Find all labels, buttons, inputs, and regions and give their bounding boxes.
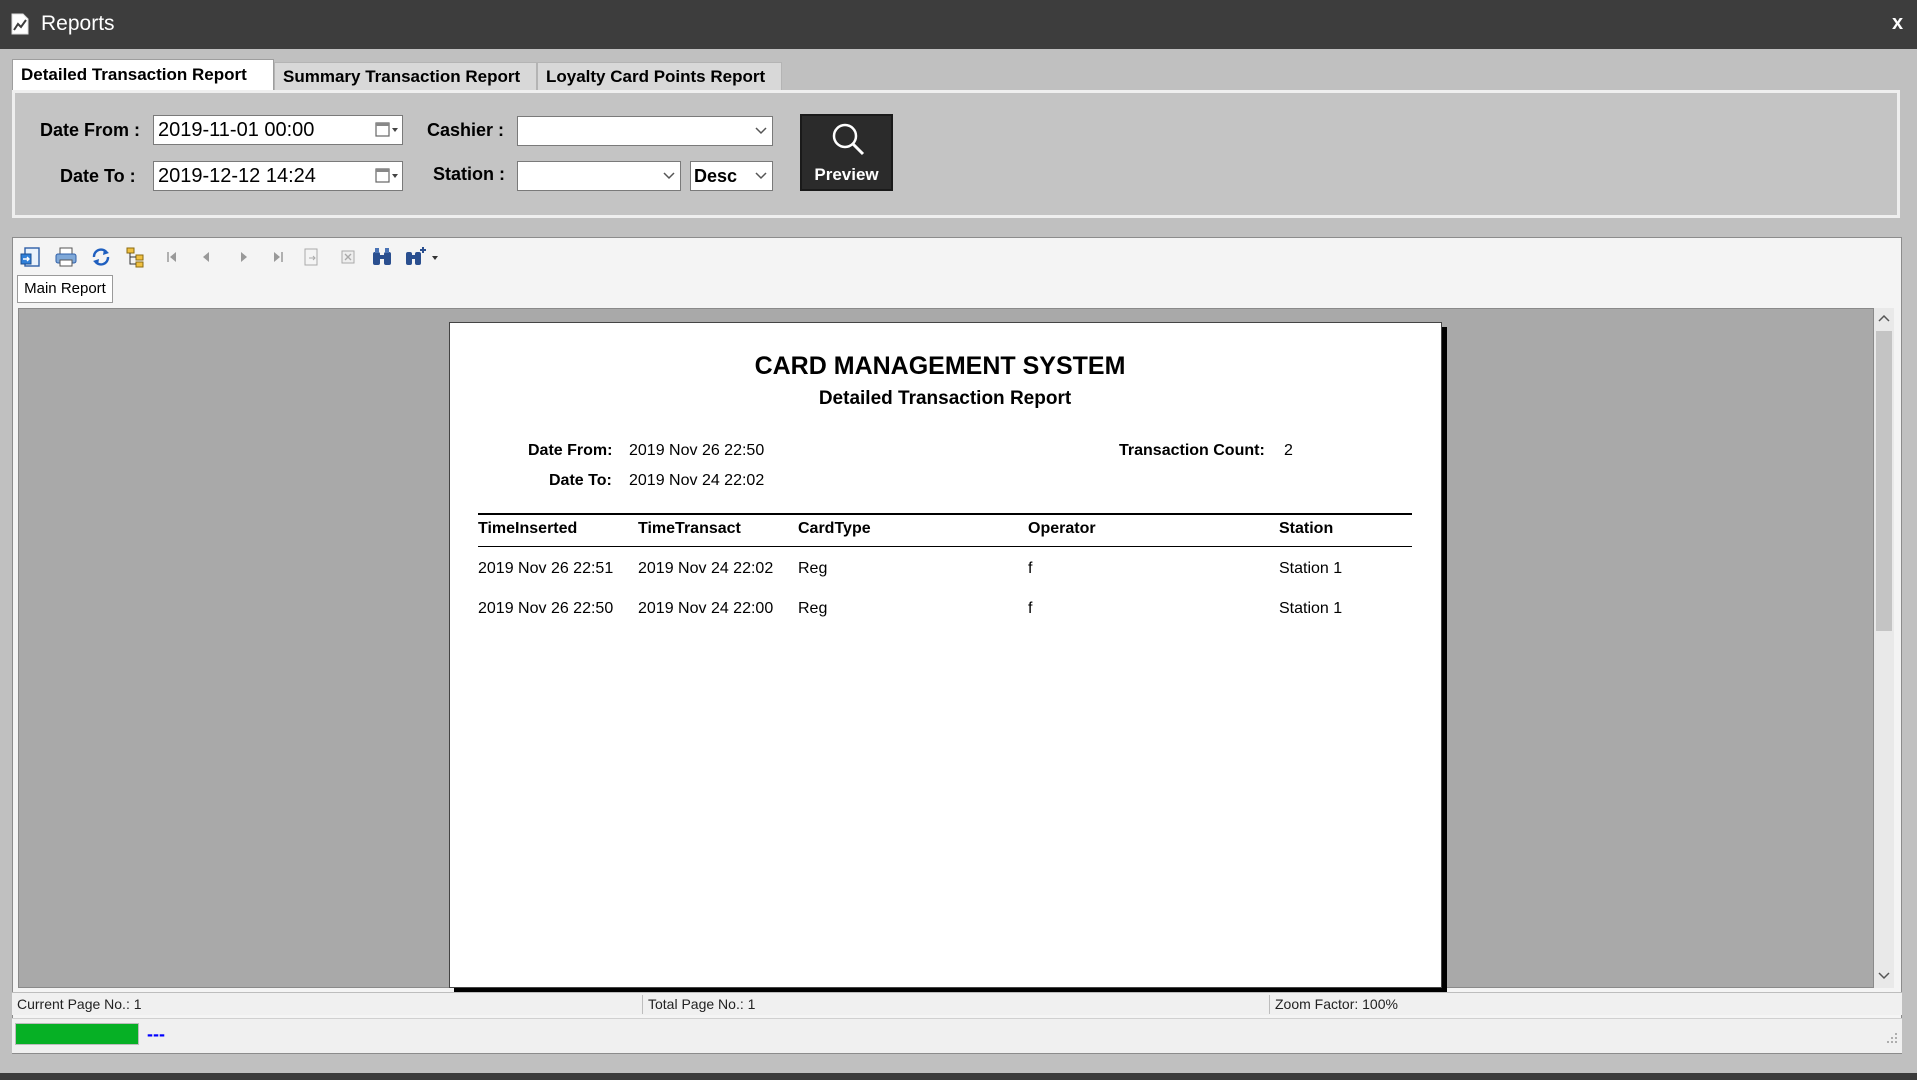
status-bar: Current Page No.: 1 Total Page No.: 1 Zo… bbox=[12, 992, 1902, 1015]
chevron-down-icon bbox=[663, 172, 675, 180]
progress-text: --- bbox=[147, 1024, 165, 1044]
sort-order-value: Desc bbox=[694, 166, 738, 186]
table-cell: f bbox=[1028, 560, 1033, 577]
chevron-down-icon bbox=[755, 172, 767, 180]
date-to-label: Date To : bbox=[60, 166, 136, 186]
station-label: Station : bbox=[433, 164, 505, 184]
previous-page-icon[interactable] bbox=[195, 246, 219, 268]
export-icon[interactable] bbox=[19, 246, 43, 268]
report-date-from-label: Date From: bbox=[528, 442, 613, 459]
close-view-icon[interactable] bbox=[336, 246, 360, 268]
report-date-from-value: 2019 Nov 26 22:50 bbox=[629, 442, 765, 459]
current-page-status: Current Page No.: 1 bbox=[17, 996, 142, 1012]
group-tree-icon[interactable] bbox=[124, 246, 148, 268]
table-cell: 2019 Nov 24 22:02 bbox=[638, 560, 774, 577]
table-cell: Reg bbox=[798, 560, 828, 577]
table-top-rule bbox=[478, 513, 1412, 515]
column-header: TimeTransact bbox=[638, 520, 741, 537]
total-page-status: Total Page No.: 1 bbox=[648, 996, 756, 1012]
title-bar: Reports x bbox=[0, 0, 1917, 49]
report-date-to-label: Date To: bbox=[549, 472, 612, 489]
refresh-icon[interactable] bbox=[89, 246, 113, 268]
table-header-rule bbox=[478, 546, 1412, 547]
column-header: TimeInserted bbox=[478, 520, 578, 537]
date-to-picker[interactable]: 2019-12-12 14:24 bbox=[153, 161, 403, 191]
calendar-dropdown-icon[interactable] bbox=[375, 122, 399, 138]
table-cell: 2019 Nov 26 22:51 bbox=[478, 560, 614, 577]
table-cell: Station 1 bbox=[1279, 600, 1343, 617]
report-chart-icon bbox=[11, 13, 29, 35]
last-page-icon[interactable] bbox=[266, 246, 290, 268]
table-cell: 2019 Nov 26 22:50 bbox=[478, 600, 614, 617]
status-divider bbox=[642, 995, 643, 1014]
sort-order-select[interactable]: Desc bbox=[690, 161, 773, 191]
progress-bar bbox=[15, 1023, 139, 1045]
scroll-down-icon[interactable] bbox=[1878, 971, 1890, 981]
progress-row bbox=[12, 1018, 1902, 1053]
goto-page-icon[interactable] bbox=[300, 246, 324, 268]
date-from-value: 2019-11-01 00:00 bbox=[158, 119, 315, 141]
zoom-icon[interactable] bbox=[404, 246, 440, 268]
scrollbar-thumb[interactable] bbox=[1876, 331, 1892, 631]
transaction-count-value: 2 bbox=[1284, 442, 1293, 459]
column-header: CardType bbox=[798, 520, 871, 537]
tab-detailed-transaction-report[interactable]: Detailed Transaction Report bbox=[12, 59, 274, 91]
tab-summary-transaction-report[interactable]: Summary Transaction Report bbox=[274, 62, 537, 90]
report-date-to-value: 2019 Nov 24 22:02 bbox=[629, 472, 765, 489]
report-page: CARD MANAGEMENT SYSTEM Detailed Transact… bbox=[449, 322, 1442, 988]
chevron-down-icon bbox=[755, 127, 767, 135]
search-text-icon[interactable] bbox=[370, 246, 394, 268]
next-page-icon[interactable] bbox=[231, 246, 255, 268]
column-header: Station bbox=[1279, 520, 1334, 537]
preview-button[interactable]: Preview bbox=[800, 114, 893, 191]
status-divider bbox=[1269, 995, 1270, 1014]
zoom-factor-status: Zoom Factor: 100% bbox=[1275, 996, 1398, 1012]
report-subtitle: Detailed Transaction Report bbox=[818, 388, 1072, 409]
close-button[interactable]: x bbox=[1892, 12, 1903, 35]
report-title: CARD MANAGEMENT SYSTEM bbox=[754, 352, 1126, 380]
table-cell: f bbox=[1028, 600, 1033, 617]
filter-panel bbox=[12, 90, 1900, 218]
search-icon bbox=[832, 123, 865, 156]
table-cell: Station 1 bbox=[1279, 560, 1343, 577]
cashier-select[interactable] bbox=[517, 116, 773, 146]
resize-grip-icon[interactable] bbox=[1886, 1032, 1898, 1044]
date-to-value: 2019-12-12 14:24 bbox=[158, 165, 316, 187]
tab-loyalty-card-points-report[interactable]: Loyalty Card Points Report bbox=[537, 62, 782, 90]
station-select[interactable] bbox=[517, 161, 681, 191]
date-from-picker[interactable]: 2019-11-01 00:00 bbox=[153, 115, 403, 145]
cashier-label: Cashier : bbox=[427, 120, 505, 140]
scroll-up-icon[interactable] bbox=[1878, 313, 1890, 323]
main-report-tab[interactable]: Main Report bbox=[17, 275, 113, 303]
preview-label: Preview bbox=[814, 165, 879, 184]
calendar-dropdown-icon[interactable] bbox=[375, 168, 399, 184]
table-cell: 2019 Nov 24 22:00 bbox=[638, 600, 774, 617]
date-from-label: Date From : bbox=[40, 120, 141, 140]
table-cell: Reg bbox=[798, 600, 828, 617]
window-title: Reports bbox=[41, 12, 115, 35]
print-icon[interactable] bbox=[54, 246, 78, 268]
column-header: Operator bbox=[1028, 520, 1096, 537]
first-page-icon[interactable] bbox=[160, 246, 184, 268]
transaction-count-label: Transaction Count: bbox=[1119, 442, 1265, 459]
